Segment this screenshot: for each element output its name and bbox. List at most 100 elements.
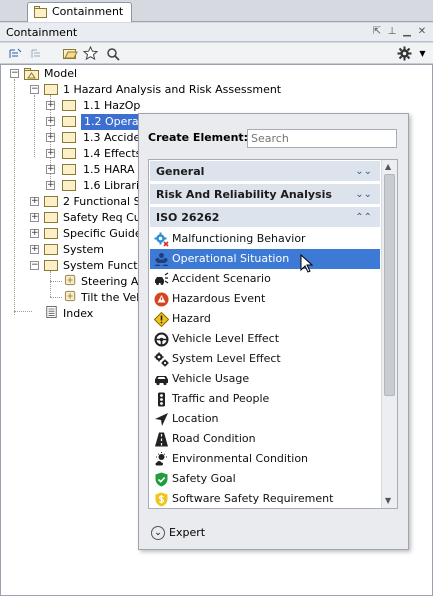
list-item-vehicle-usage[interactable]: Vehicle Usage — [150, 369, 380, 389]
panel-title: Containment — [6, 26, 78, 39]
function-icon — [64, 290, 76, 302]
folder-icon — [62, 180, 76, 191]
expert-toggle[interactable]: ⌄ Expert — [151, 525, 205, 541]
folder-icon — [44, 260, 58, 271]
list-item-road-condition[interactable]: Road Condition — [150, 429, 380, 449]
group-general[interactable]: General ⌄⌄ — [150, 161, 380, 182]
expand-toggle[interactable]: + — [30, 245, 39, 254]
hazard-icon — [153, 311, 169, 327]
tab-containment[interactable]: Containment — [27, 2, 133, 22]
road-icon — [153, 431, 169, 447]
group-risk-reliability[interactable]: Risk And Reliability Analysis ⌄⌄ — [150, 184, 380, 205]
list-item-vehicle-level-effect[interactable]: Vehicle Level Effect — [150, 329, 380, 349]
car-crash-icon — [153, 271, 169, 287]
folder-icon — [44, 196, 58, 207]
chevron-down-icon: ⌄⌄ — [355, 189, 372, 200]
location-arrow-icon — [153, 411, 169, 427]
list-item-environmental-condition[interactable]: Environmental Condition — [150, 449, 380, 469]
people-icon — [153, 251, 169, 267]
list-item-operational-situation[interactable]: Operational Situation — [150, 249, 380, 269]
expand-toggle[interactable]: + — [46, 165, 55, 174]
chevron-down-icon[interactable]: ▼ — [414, 45, 431, 62]
expand-toggle[interactable]: + — [46, 101, 55, 110]
chevron-down-icon: ⌄⌄ — [355, 166, 372, 177]
list-item-accident-scenario[interactable]: Accident Scenario — [150, 269, 380, 289]
expand-toggle[interactable]: + — [30, 229, 39, 238]
malfunction-gear-icon — [153, 231, 169, 247]
list-item-hazardous-event[interactable]: Hazardous Event — [150, 289, 380, 309]
folder-icon — [62, 148, 76, 159]
traffic-light-icon — [153, 391, 169, 407]
tree-item[interactable]: Index — [63, 306, 93, 322]
toolbar: ▼ — [0, 43, 433, 64]
collapse-all-icon[interactable] — [6, 45, 23, 62]
scrollbar-thumb[interactable] — [384, 174, 395, 396]
folder-icon — [62, 164, 76, 175]
gear-icon[interactable] — [396, 45, 413, 62]
expand-toggle[interactable]: − — [30, 261, 39, 270]
scroll-up-icon[interactable]: ▲ — [385, 162, 391, 171]
expand-toggle[interactable]: + — [46, 181, 55, 190]
mouse-cursor-icon — [300, 254, 314, 273]
tree-item[interactable]: 1.5 HARA — [83, 162, 135, 178]
index-icon — [46, 306, 57, 318]
containment-tab-icon — [34, 6, 47, 18]
open-folder-icon[interactable] — [62, 45, 79, 62]
expand-toggle[interactable]: + — [46, 149, 55, 158]
list-item-traffic-and-people[interactable]: Traffic and People — [150, 389, 380, 409]
minimize-icon[interactable]: ▁ — [402, 25, 412, 38]
scroll-down-icon[interactable]: ▼ — [385, 496, 391, 505]
tree-item[interactable]: System — [63, 242, 104, 258]
warning-circle-icon — [153, 291, 169, 307]
expand-toggle[interactable]: + — [46, 133, 55, 142]
scrollbar[interactable]: ▲ ▼ — [381, 160, 397, 508]
create-element-popup: Create Element: General ⌄⌄ Risk And Reli… — [138, 113, 409, 550]
pin-icon[interactable]: ⊥ — [387, 25, 397, 38]
list-item-location[interactable]: Location — [150, 409, 380, 429]
tab-bar: Containment — [0, 0, 433, 22]
shield-dollar-icon — [153, 491, 169, 507]
list-item-system-level-effect[interactable]: System Level Effect — [150, 349, 380, 369]
folder-icon — [44, 84, 58, 95]
folder-icon — [44, 244, 58, 255]
create-element-label: Create Element: — [148, 131, 249, 144]
chevron-down-circle-icon: ⌄ — [151, 526, 165, 540]
search-icon[interactable] — [104, 45, 121, 62]
function-icon — [64, 274, 76, 286]
steering-wheel-icon — [153, 331, 169, 347]
tree-item[interactable]: 1.4 Effects — [83, 146, 141, 162]
gears-icon — [153, 351, 169, 367]
car-icon — [153, 371, 169, 387]
group-iso-26262[interactable]: ISO 26262 ⌃⌃ — [150, 207, 380, 228]
expand-toggle[interactable]: − — [10, 69, 19, 78]
folder-icon — [44, 212, 58, 223]
folder-icon — [62, 116, 76, 127]
list-item-software-safety-requirement[interactable]: Software Safety Requirement — [150, 489, 380, 508]
close-icon[interactable]: ✕ — [417, 25, 427, 38]
float-icon[interactable]: ⇱ — [372, 25, 382, 38]
tree-item[interactable]: 1.1 HazOp — [83, 98, 140, 114]
element-list: General ⌄⌄ Risk And Reliability Analysis… — [148, 159, 398, 509]
folder-icon — [62, 132, 76, 143]
list-item-malfunctioning-behavior[interactable]: Malfunctioning Behavior — [150, 229, 380, 249]
shield-check-icon — [153, 471, 169, 487]
search-input[interactable] — [247, 129, 397, 148]
tree-item[interactable]: Safety Req Cus — [63, 210, 146, 226]
folder-icon — [62, 100, 76, 111]
star-icon[interactable] — [82, 45, 99, 62]
chevron-up-icon: ⌃⌃ — [355, 212, 372, 223]
tree-item[interactable]: 1 Hazard Analysis and Risk Assessment — [63, 82, 281, 98]
weather-icon — [153, 451, 169, 467]
expand-toggle[interactable]: + — [30, 213, 39, 222]
list-item-safety-goal[interactable]: Safety Goal — [150, 469, 380, 489]
tree-item-model[interactable]: Model — [44, 66, 77, 82]
expand-toggle[interactable]: − — [30, 85, 39, 94]
expand-all-icon[interactable] — [28, 45, 45, 62]
tab-label: Containment — [52, 5, 124, 18]
expand-toggle[interactable]: + — [46, 117, 55, 126]
folder-icon — [44, 228, 58, 239]
list-item-hazard[interactable]: Hazard — [150, 309, 380, 329]
model-icon — [24, 68, 39, 80]
panel-header: Containment ⇱ ⊥ ▁ ✕ — [0, 23, 433, 42]
expand-toggle[interactable]: + — [30, 197, 39, 206]
